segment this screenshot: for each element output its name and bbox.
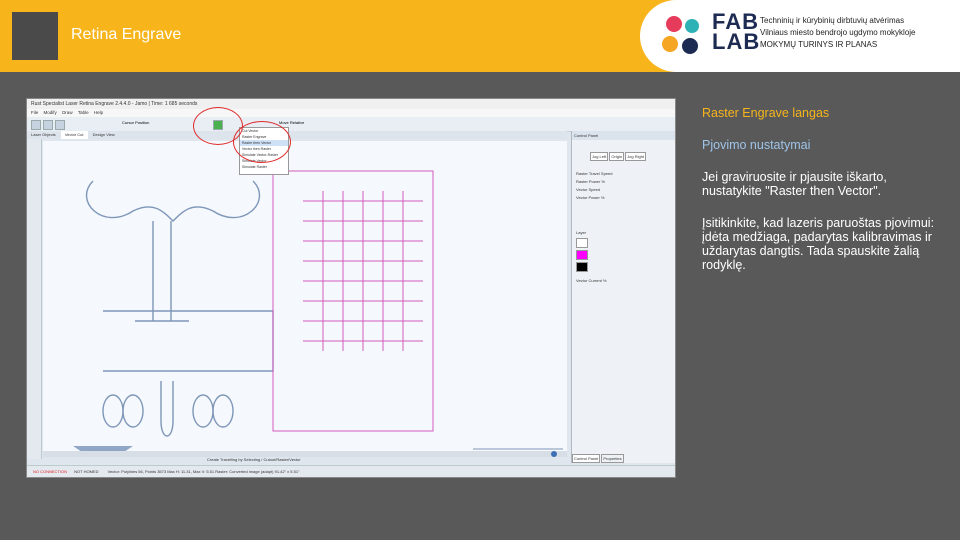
layer-swatch-magenta[interactable] bbox=[576, 250, 588, 260]
homing-status: NOT HOMED bbox=[74, 469, 99, 474]
lab-word: LAB bbox=[712, 29, 761, 54]
page-title: Retina Engrave bbox=[71, 26, 182, 43]
left-tool-strip bbox=[27, 139, 42, 459]
software-screenshot: Rust Specialist Laser Retina Engrave 2.4… bbox=[26, 98, 676, 478]
tab-design-view[interactable]: Design View bbox=[89, 131, 119, 139]
raster-heading: Raster Engrave langas bbox=[702, 106, 830, 120]
vector-power-label: Vector Power % bbox=[576, 195, 605, 200]
new-file-icon[interactable] bbox=[31, 120, 41, 130]
panel-tabs: Control Panel Properties bbox=[572, 454, 624, 463]
instruction-paragraph-1: Jei graviruosite ir pjausite iškarto, nu… bbox=[702, 170, 887, 198]
menu-table[interactable]: Table bbox=[78, 110, 89, 115]
view-tabs: Laser Objects Vector Cut Design View bbox=[27, 131, 567, 139]
status-bar: NO CONNECTION NOT HOMED Vector: Polyline… bbox=[27, 465, 675, 477]
dark-logo-square bbox=[12, 12, 58, 60]
design-canvas[interactable] bbox=[43, 141, 567, 451]
org-line-3: MOKYMŲ TURINYS IR PLANAS bbox=[760, 40, 878, 49]
menu-modify[interactable]: Modify bbox=[44, 110, 57, 115]
cut-heading: Pjovimo nustatymai bbox=[702, 138, 811, 152]
scroll-indicator-icon[interactable] bbox=[551, 451, 557, 457]
highlight-circle-dropdown bbox=[233, 121, 291, 163]
horizontal-scrollbar[interactable] bbox=[43, 451, 567, 457]
layer-swatch-white[interactable] bbox=[576, 238, 588, 248]
tab-control-panel[interactable]: Control Panel bbox=[572, 454, 601, 463]
open-file-icon[interactable] bbox=[43, 120, 53, 130]
save-file-icon[interactable] bbox=[55, 120, 65, 130]
jog-left-button[interactable]: Jog Left bbox=[590, 152, 609, 161]
footer-hint: Create Travelling by Selecting / Cutout/… bbox=[207, 457, 301, 462]
dropdown-item[interactable]: Simulate Raster bbox=[240, 164, 288, 170]
tab-laser-objects[interactable]: Laser Objects bbox=[27, 131, 60, 139]
vector-current-label: Vector Current % bbox=[576, 278, 607, 283]
cursor-position-label: Cursor Position bbox=[122, 120, 150, 125]
instruction-paragraph-2: Įsitikinkite, kad lazeris paruoštas pjov… bbox=[702, 216, 935, 272]
notes-column: Raster Engrave langas Pjovimo nustatymai… bbox=[702, 106, 942, 290]
fablab-logo-icon bbox=[662, 16, 699, 54]
fablab-wordmark: FAB LAB bbox=[712, 11, 761, 54]
control-panel-title: Control Panel bbox=[572, 131, 675, 140]
window-title: Rust Specialist Laser Retina Engrave 2.4… bbox=[31, 101, 198, 107]
jog-buttons: Jog Left Origin Jog Right bbox=[590, 152, 675, 161]
status-message: Vector: Polylines 56, Points 3573 Max H:… bbox=[107, 469, 300, 474]
layer-label: Layer bbox=[576, 230, 587, 235]
menu-bar: File Modify Draw Table Help bbox=[27, 109, 675, 117]
raster-speed-label: Raster Travel Speed bbox=[576, 171, 613, 176]
org-line-1: Techninių ir kūrybinių dirbtuvių atvėrim… bbox=[760, 16, 905, 25]
window-titlebar: Rust Specialist Laser Retina Engrave 2.4… bbox=[27, 99, 675, 109]
organization-text: Techninių ir kūrybinių dirbtuvių atvėrim… bbox=[760, 15, 916, 51]
menu-file[interactable]: File bbox=[31, 110, 38, 115]
toolbar: Cursor Position Move Relative bbox=[27, 117, 675, 132]
org-line-2: Vilniaus miesto bendrojo ugdymo mokykloj… bbox=[760, 28, 916, 37]
origin-button[interactable]: Origin bbox=[609, 152, 625, 161]
menu-help[interactable]: Help bbox=[94, 110, 103, 115]
vector-speed-label: Vector Speed bbox=[576, 187, 601, 192]
control-panel: Control Panel Jog Left Origin Jog Right … bbox=[571, 131, 675, 463]
layer-swatch-black[interactable] bbox=[576, 262, 588, 272]
jog-right-button[interactable]: Jog Right bbox=[625, 152, 647, 161]
menu-draw[interactable]: Draw bbox=[62, 110, 73, 115]
tab-properties[interactable]: Properties bbox=[601, 454, 624, 463]
connection-status: NO CONNECTION bbox=[33, 469, 67, 474]
move-relative-label: Move Relative bbox=[279, 120, 305, 125]
raster-power-label: Raster Power % bbox=[576, 179, 605, 184]
header-bar: Retina Engrave FAB LAB Techninių ir kūry… bbox=[0, 0, 960, 72]
tab-vector-cut[interactable]: Vector Cut bbox=[60, 131, 88, 139]
